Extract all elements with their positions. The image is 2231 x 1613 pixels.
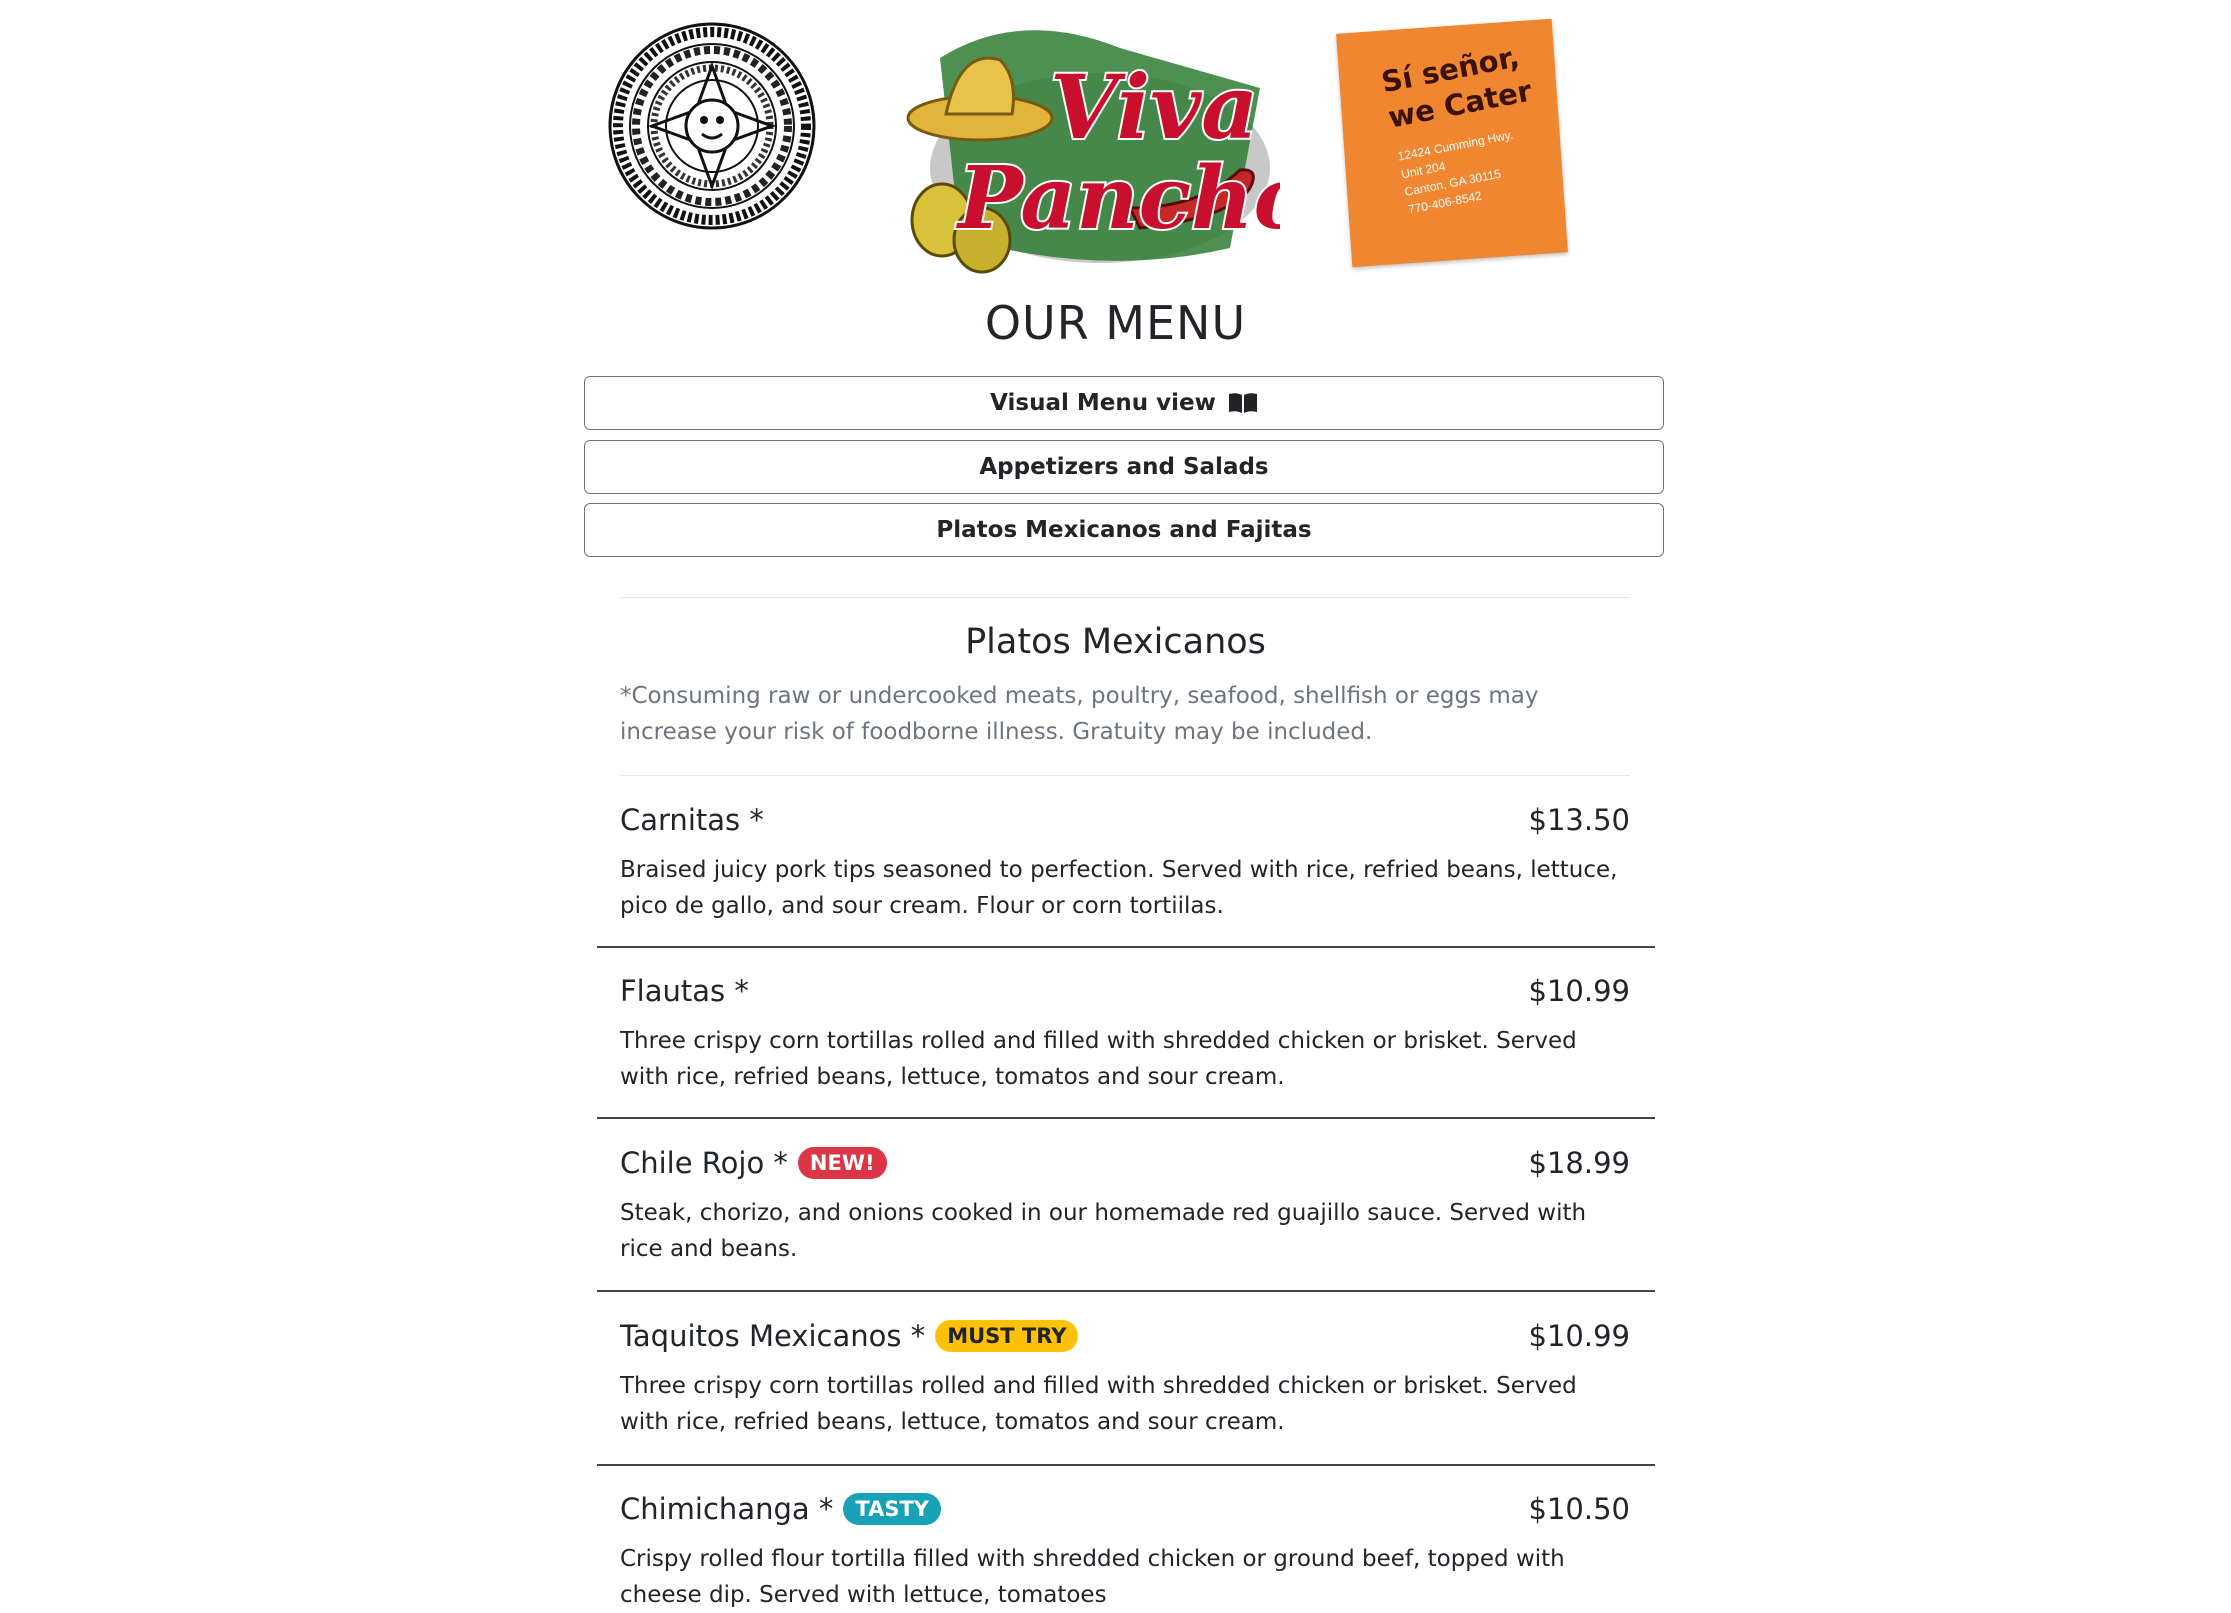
item-description: Steak, chorizo, and onions cooked in our… (620, 1200, 1587, 1262)
item-name: Chimichanga * (620, 1492, 834, 1526)
item-name: Taquitos Mexicanos * (620, 1319, 926, 1353)
item-separator (597, 1290, 1655, 1292)
catering-card: Sí señor, we Cater 12424 Cumming Hwy. Un… (1336, 18, 1568, 268)
new-badge: NEW! (797, 1147, 887, 1179)
aztec-calendar-image (608, 22, 816, 230)
viva-pancho-logo: Viva Pancho (906, 30, 1280, 274)
menu-item: Carnitas * $13.50 Braised juicy pork tip… (620, 800, 1630, 924)
item-separator (597, 946, 1655, 948)
menu-title: OUR MENU (984, 296, 1247, 350)
section-top-divider (620, 597, 1630, 598)
visual-menu-button[interactable]: Visual Menu view (584, 376, 1664, 430)
item-description: Three crispy corn tortillas rolled and f… (620, 1028, 1577, 1090)
appetizers-label: Appetizers and Salads (979, 454, 1269, 480)
must-try-badge: MUST TRY (935, 1320, 1079, 1352)
item-separator (597, 1117, 1655, 1119)
open-book-icon (1228, 393, 1257, 413)
logo-text-pancho: Pancho (955, 148, 1280, 249)
item-price: $10.99 (1528, 1319, 1630, 1353)
item-name: Carnitas * (620, 803, 764, 837)
item-price: $13.50 (1528, 803, 1630, 837)
tasty-badge: TASTY (843, 1493, 941, 1525)
item-description: Crispy rolled flour tortilla filled with… (620, 1546, 1565, 1608)
section-title: Platos Mexicanos (965, 622, 1266, 662)
visual-menu-label: Visual Menu view (990, 390, 1216, 416)
item-price: $10.50 (1528, 1492, 1630, 1526)
item-name: Chile Rojo * (620, 1146, 788, 1180)
disclaimer-divider (620, 775, 1630, 776)
platos-and-fajitas-button[interactable]: Platos Mexicanos and Fajitas (584, 503, 1664, 557)
item-name: Flautas * (620, 974, 749, 1008)
menu-item: Taquitos Mexicanos * MUST TRY $10.99 Thr… (620, 1316, 1630, 1440)
section-disclaimer: *Consuming raw or undercooked meats, pou… (620, 683, 1539, 745)
appetizers-and-salads-button[interactable]: Appetizers and Salads (584, 440, 1664, 494)
item-description: Braised juicy pork tips seasoned to perf… (620, 857, 1618, 919)
menu-item: Flautas * $10.99 Three crispy corn torti… (620, 971, 1630, 1095)
logo-text-viva: Viva (1050, 55, 1258, 159)
platos-label: Platos Mexicanos and Fajitas (936, 517, 1312, 543)
menu-page: Viva Pancho Sí señor, we Cater 12424 Cum… (0, 0, 2231, 1611)
item-price: $18.99 (1528, 1146, 1630, 1180)
item-price: $10.99 (1528, 974, 1630, 1008)
catering-headline: Sí señor, we Cater (1378, 37, 1535, 135)
catering-address: 12424 Cumming Hwy. Unit 204 Canton, GA 3… (1396, 126, 1525, 219)
item-description: Three crispy corn tortillas rolled and f… (620, 1373, 1577, 1435)
menu-item: Chile Rojo * NEW! $18.99 Steak, chorizo,… (620, 1143, 1630, 1267)
menu-item: Chimichanga * TASTY $10.50 Crispy rolled… (620, 1489, 1630, 1613)
item-separator (597, 1464, 1655, 1466)
